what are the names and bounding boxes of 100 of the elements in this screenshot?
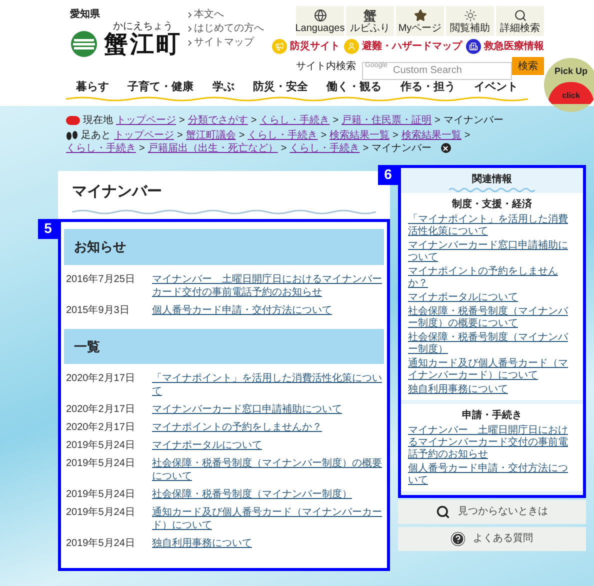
- breadcrumb-separator: >: [392, 128, 398, 142]
- news-link[interactable]: マイナポータルについて: [152, 439, 262, 452]
- news-link[interactable]: マイナンバー 土曜日開庁日におけるマイナンバーカード交付の事前電話予約のお知らせ: [152, 272, 382, 298]
- breadcrumb-separator: >: [464, 128, 470, 142]
- tool-button[interactable]: Languages: [296, 6, 344, 36]
- search-label: サイト内検索: [296, 60, 356, 74]
- related-link[interactable]: 独自利用事務について: [408, 384, 576, 396]
- related-link[interactable]: 社会保障・税番号制度（マイナンバー制度）: [408, 332, 576, 356]
- nav-item[interactable]: 暮らす: [76, 79, 109, 96]
- related-link[interactable]: マイナンバー 土曜日開庁日におけるマイナンバーカード交付の事前電話予約のお知らせ: [408, 424, 576, 460]
- related-link[interactable]: マイナポイントの予約をしませんか？: [408, 266, 576, 290]
- close-icon: [442, 144, 450, 152]
- news-link[interactable]: 社会保障・税番号制度（マイナンバー制度）: [152, 488, 352, 501]
- breadcrumb-separator: >: [332, 114, 339, 126]
- group-heading: 申請・手続き: [461, 408, 523, 422]
- person-icon: [344, 39, 359, 54]
- breadcrumb-separator: >: [362, 142, 369, 154]
- news-date: 2015年9月3日: [66, 304, 130, 316]
- page-title: マイナンバー: [72, 182, 163, 202]
- search-button[interactable]: 検索: [512, 57, 544, 75]
- related-link[interactable]: 通知カード及び個人番号カード（マイナンバーカード）について: [408, 358, 576, 382]
- marker-label: 6: [378, 164, 398, 184]
- breadcrumb-separator: >: [280, 142, 287, 154]
- related-link[interactable]: 社会保障・税番号制度（マイナンバー制度）の概要について: [408, 306, 576, 330]
- nav-item[interactable]: 働く・観る: [326, 79, 382, 96]
- news-date: 2020年2月17日: [66, 421, 136, 434]
- tool-button[interactable]: Myページ: [396, 6, 444, 36]
- side-panel-title: 関連情報: [471, 172, 513, 186]
- breadcrumb-link[interactable]: トップページ: [114, 128, 174, 142]
- tool-button[interactable]: 蟹 ルビふり: [346, 6, 394, 36]
- news-date: 2019年5月24日: [66, 439, 136, 452]
- news-link[interactable]: 社会保障・税番号制度（マイナンバー制度）の概要について: [152, 457, 382, 483]
- related-link[interactable]: 「マイナポイント」を活用した消費活性化策について: [408, 214, 576, 238]
- news-link[interactable]: マイナンバーカード窓口申請補助について: [152, 403, 342, 416]
- news-date: 2019年5月24日: [66, 506, 136, 520]
- news-link[interactable]: 独自利用事務について: [152, 537, 252, 550]
- breadcrumb-separator: >: [250, 114, 257, 126]
- kanji-icon: 蟹: [364, 8, 376, 22]
- breadcrumb-separator: >: [177, 128, 183, 142]
- news-link[interactable]: 通知カード及び個人番号カード（マイナンバーカード）について: [152, 506, 382, 532]
- close-button[interactable]: [440, 143, 451, 153]
- tool-button[interactable]: 詳細検索: [496, 6, 544, 36]
- hospital-icon: [466, 39, 481, 54]
- news-date: 2016年7月25日: [66, 272, 136, 286]
- emergency-link[interactable]: 救急医療情報: [484, 39, 544, 54]
- breadcrumb-link[interactable]: くらし・手続き: [248, 128, 318, 142]
- side-button[interactable]: よくある質問: [398, 526, 586, 550]
- group-heading: 制度・支援・経済: [450, 197, 533, 212]
- related-link[interactable]: マイナポータルについて: [408, 292, 576, 304]
- side-button[interactable]: 見つからないときは: [398, 500, 586, 524]
- search-icon: [514, 8, 526, 22]
- nav-item[interactable]: 子育て・健康: [128, 79, 194, 96]
- nav-item[interactable]: 学ぶ: [212, 79, 234, 96]
- tool-button[interactable]: 閲覧補助: [446, 6, 494, 36]
- section-heading: お知らせ: [64, 229, 384, 264]
- breadcrumb-link[interactable]: 戸籍・住民票・証明: [342, 114, 432, 126]
- chevron-icon: [188, 26, 192, 32]
- search-icon: [436, 504, 450, 518]
- footprints-icon: [66, 130, 78, 140]
- emergency-link[interactable]: 避難・ハザードマップ: [362, 39, 462, 54]
- marker-label: 5: [38, 218, 58, 238]
- quick-link[interactable]: サイトマップ: [194, 36, 254, 49]
- breadcrumb-label: 現在地: [83, 114, 113, 126]
- quick-link[interactable]: 本文へ: [194, 8, 224, 21]
- quick-link[interactable]: はじめての方へ: [194, 22, 264, 35]
- breadcrumb-link[interactable]: 検索結果一覧: [330, 128, 390, 142]
- town-name-reading: かにえちょう: [113, 22, 173, 32]
- megaphone-icon: [272, 39, 287, 54]
- related-link[interactable]: マイナンバーカード窓口申請補助について: [408, 240, 576, 264]
- nav-item[interactable]: 防災・安全: [252, 79, 308, 96]
- breadcrumb-link[interactable]: くらし・手続き: [260, 114, 330, 126]
- news-date: 2019年5月24日: [66, 537, 136, 550]
- breadcrumb-link[interactable]: 蟹江町議会: [186, 128, 236, 142]
- globe-icon: [314, 8, 326, 22]
- town-logo[interactable]: 蟹江町: [104, 32, 182, 58]
- breadcrumb-separator: >: [139, 142, 145, 154]
- news-link[interactable]: マイナポイントの予約をしませんか？: [152, 421, 322, 434]
- news-date: 2019年5月24日: [66, 457, 136, 471]
- breadcrumb-link[interactable]: 戸籍届出（出生・死亡など）: [148, 142, 278, 154]
- breadcrumb-link[interactable]: くらし・手続き: [290, 142, 360, 154]
- breadcrumb-link[interactable]: トップページ: [116, 114, 176, 126]
- breadcrumb-separator: >: [179, 114, 185, 126]
- nav-item[interactable]: 作る・担う: [400, 79, 456, 96]
- prefecture-label: 愛知県: [70, 10, 101, 20]
- related-link[interactable]: 個人番号カード申請・交付方法について: [408, 462, 576, 486]
- breadcrumb-separator: >: [320, 128, 327, 142]
- breadcrumb-separator: >: [238, 128, 245, 142]
- news-link[interactable]: 個人番号カード申請・交付方法について: [152, 304, 332, 316]
- emergency-link[interactable]: 防災サイト: [290, 39, 340, 54]
- news-link[interactable]: 「マイナポイント」を活用した消費活性化策について: [152, 372, 382, 398]
- breadcrumb-link[interactable]: くらし・手続き: [66, 142, 136, 154]
- breadcrumb-current: マイナンバー: [372, 142, 432, 154]
- section-heading: 一覧: [64, 328, 384, 364]
- town-emblem-icon: [70, 30, 98, 58]
- chevron-icon: [188, 12, 192, 18]
- breadcrumb-current: マイナンバー: [443, 114, 504, 126]
- nav-item[interactable]: イベント: [474, 79, 518, 96]
- breadcrumb-link[interactable]: 検索結果一覧: [401, 128, 462, 142]
- news-date: 2020年2月17日: [66, 372, 136, 386]
- breadcrumb-link[interactable]: 分類でさがす: [188, 114, 248, 126]
